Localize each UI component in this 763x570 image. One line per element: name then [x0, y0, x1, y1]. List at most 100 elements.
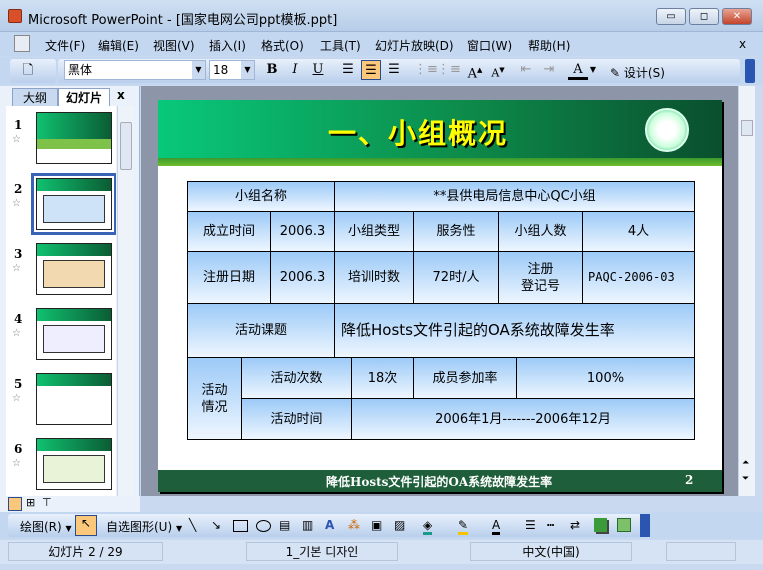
close-button[interactable]: ✕: [722, 8, 752, 25]
font-select[interactable]: 黑体 ▼: [64, 60, 206, 80]
slide-title[interactable]: 一、小组概况: [328, 112, 508, 152]
toolbar-options-icon[interactable]: [640, 514, 650, 537]
draw-menu-button[interactable]: 绘图(R) ▼: [20, 518, 72, 535]
decrease-indent-icon[interactable]: ⇤: [516, 60, 536, 80]
bold-button[interactable]: B: [262, 60, 282, 80]
chevron-down-icon[interactable]: ▼: [241, 61, 254, 79]
clipart-icon[interactable]: ▣: [371, 518, 382, 532]
align-right-icon[interactable]: ☰: [384, 60, 404, 80]
next-slide-icon[interactable]: ⏷: [742, 474, 749, 484]
picture-icon[interactable]: ▨: [394, 518, 405, 532]
chevron-down-icon[interactable]: ▼: [588, 60, 598, 80]
slide-scrollbar[interactable]: ⏶ ⏷: [738, 86, 755, 496]
footer-text[interactable]: 降低Hosts文件引起的OA系统故障发生率: [326, 473, 552, 490]
table-cell[interactable]: 活动课题: [187, 303, 335, 358]
minimize-button[interactable]: ▭: [656, 8, 686, 25]
vertical-textbox-icon[interactable]: ▥: [302, 518, 313, 532]
new-icon[interactable]: 🗋: [18, 61, 38, 81]
slide-thumbnail-4[interactable]: [36, 308, 112, 360]
menu-insert[interactable]: 插入(I): [209, 37, 246, 54]
font-color-icon[interactable]: A: [568, 60, 588, 80]
maximize-button[interactable]: ◻: [689, 8, 719, 25]
underline-button[interactable]: U: [308, 60, 328, 80]
menu-help[interactable]: 帮助(H): [528, 37, 570, 54]
previous-slide-icon[interactable]: ⏶: [742, 458, 749, 468]
table-cell[interactable]: 100%: [516, 357, 695, 399]
slide-thumbnail-5[interactable]: [36, 373, 112, 425]
wordart-icon[interactable]: A: [325, 518, 334, 532]
font-size-select[interactable]: 18 ▼: [209, 60, 255, 80]
bullets-icon[interactable]: ⋮≡: [437, 60, 461, 80]
table-cell[interactable]: 2006.3: [270, 251, 335, 304]
menu-tools[interactable]: 工具(T): [320, 37, 361, 54]
diagram-icon[interactable]: ⁂: [348, 518, 360, 532]
italic-button[interactable]: I: [285, 60, 305, 80]
font-color-icon[interactable]: A: [492, 518, 501, 535]
slide-thumbnail-2[interactable]: [31, 173, 116, 235]
align-left-icon[interactable]: ☰: [338, 60, 358, 80]
table-cell[interactable]: **县供电局信息中心QC小组: [334, 181, 695, 212]
menu-view[interactable]: 视图(V): [153, 37, 195, 54]
numbering-icon[interactable]: ⋮≡: [414, 60, 438, 80]
select-pointer-icon[interactable]: ↖: [75, 515, 97, 536]
tab-slides[interactable]: 幻灯片: [58, 88, 110, 106]
slideshow-icon[interactable]: ⊤: [42, 496, 52, 509]
table-cell[interactable]: 活动次数: [241, 357, 352, 399]
toolbar-options-icon[interactable]: [745, 59, 755, 83]
slide-sorter-icon[interactable]: ⊞: [26, 496, 35, 509]
table-cell[interactable]: 4人: [582, 211, 695, 252]
autoshapes-button[interactable]: 自选图形(U) ▼: [106, 518, 182, 535]
dash-style-icon[interactable]: ┅: [547, 518, 554, 532]
scroll-thumb[interactable]: [741, 120, 753, 136]
line-style-icon[interactable]: ☰: [525, 518, 536, 532]
slide-canvas[interactable]: 一、小组概况 小组名称 **县供电局信息中心QC小组 成立时间 2006.3 小…: [158, 100, 722, 492]
close-document-button[interactable]: x: [739, 37, 746, 51]
table-cell[interactable]: 成员参加率: [413, 357, 517, 399]
menu-slideshow[interactable]: 幻灯片放映(D): [375, 37, 454, 54]
table-cell[interactable]: 72时/人: [413, 251, 499, 304]
align-center-icon[interactable]: ☰: [361, 60, 381, 80]
table-cell[interactable]: 小组类型: [334, 211, 414, 252]
3d-icon[interactable]: [617, 518, 631, 532]
scroll-thumb[interactable]: [120, 122, 132, 170]
menu-file[interactable]: 文件(F): [45, 37, 85, 54]
arrow-icon[interactable]: ↘: [211, 518, 221, 532]
textbox-icon[interactable]: ▤: [279, 518, 290, 532]
table-cell[interactable]: 培训时数: [334, 251, 414, 304]
arrow-style-icon[interactable]: ⇄: [570, 518, 580, 532]
shadow-icon[interactable]: [594, 518, 607, 532]
table-cell[interactable]: 注册日期: [187, 251, 271, 304]
table-cell[interactable]: 18次: [351, 357, 414, 399]
design-button[interactable]: ✎ 设计(S): [610, 64, 665, 81]
table-cell[interactable]: 降低Hosts文件引起的OA系统故障发生率: [334, 303, 695, 358]
table-cell[interactable]: 2006.3: [270, 211, 335, 252]
fill-color-icon[interactable]: ◈: [423, 518, 433, 535]
table-cell[interactable]: 注册 登记号: [498, 251, 583, 304]
normal-view-icon[interactable]: [8, 497, 22, 511]
menu-window[interactable]: 窗口(W): [467, 37, 512, 54]
table-cell[interactable]: 活动时间: [241, 398, 352, 440]
increase-font-icon[interactable]: A▲: [465, 60, 485, 81]
table-cell[interactable]: PAQC-2006-03: [582, 251, 695, 304]
increase-indent-icon[interactable]: ⇥: [539, 60, 559, 80]
line-color-icon[interactable]: ✎: [458, 518, 469, 535]
thumbnail-scrollbar[interactable]: [117, 106, 134, 496]
decrease-font-icon[interactable]: A▼: [488, 60, 508, 80]
close-pane-button[interactable]: x: [117, 88, 125, 102]
chevron-down-icon[interactable]: ▼: [192, 61, 205, 79]
table-cell[interactable]: 2006年1月-------2006年12月: [351, 398, 695, 440]
menu-format[interactable]: 格式(O): [261, 37, 304, 54]
slide-thumbnail-1[interactable]: [36, 112, 112, 164]
table-cell[interactable]: 服务性: [413, 211, 499, 252]
slide-thumbnail-3[interactable]: [36, 243, 112, 295]
table-cell[interactable]: 小组名称: [187, 181, 335, 212]
table-cell[interactable]: 小组人数: [498, 211, 583, 252]
menu-edit[interactable]: 编辑(E): [98, 37, 139, 54]
line-icon[interactable]: ╲: [189, 518, 196, 532]
slide-thumbnail-6[interactable]: [36, 438, 112, 490]
table-cell[interactable]: 活动 情况: [187, 357, 242, 440]
oval-icon[interactable]: [256, 520, 271, 532]
table-cell[interactable]: 成立时间: [187, 211, 271, 252]
tab-outline[interactable]: 大纲: [12, 88, 58, 106]
rectangle-icon[interactable]: [233, 520, 248, 532]
